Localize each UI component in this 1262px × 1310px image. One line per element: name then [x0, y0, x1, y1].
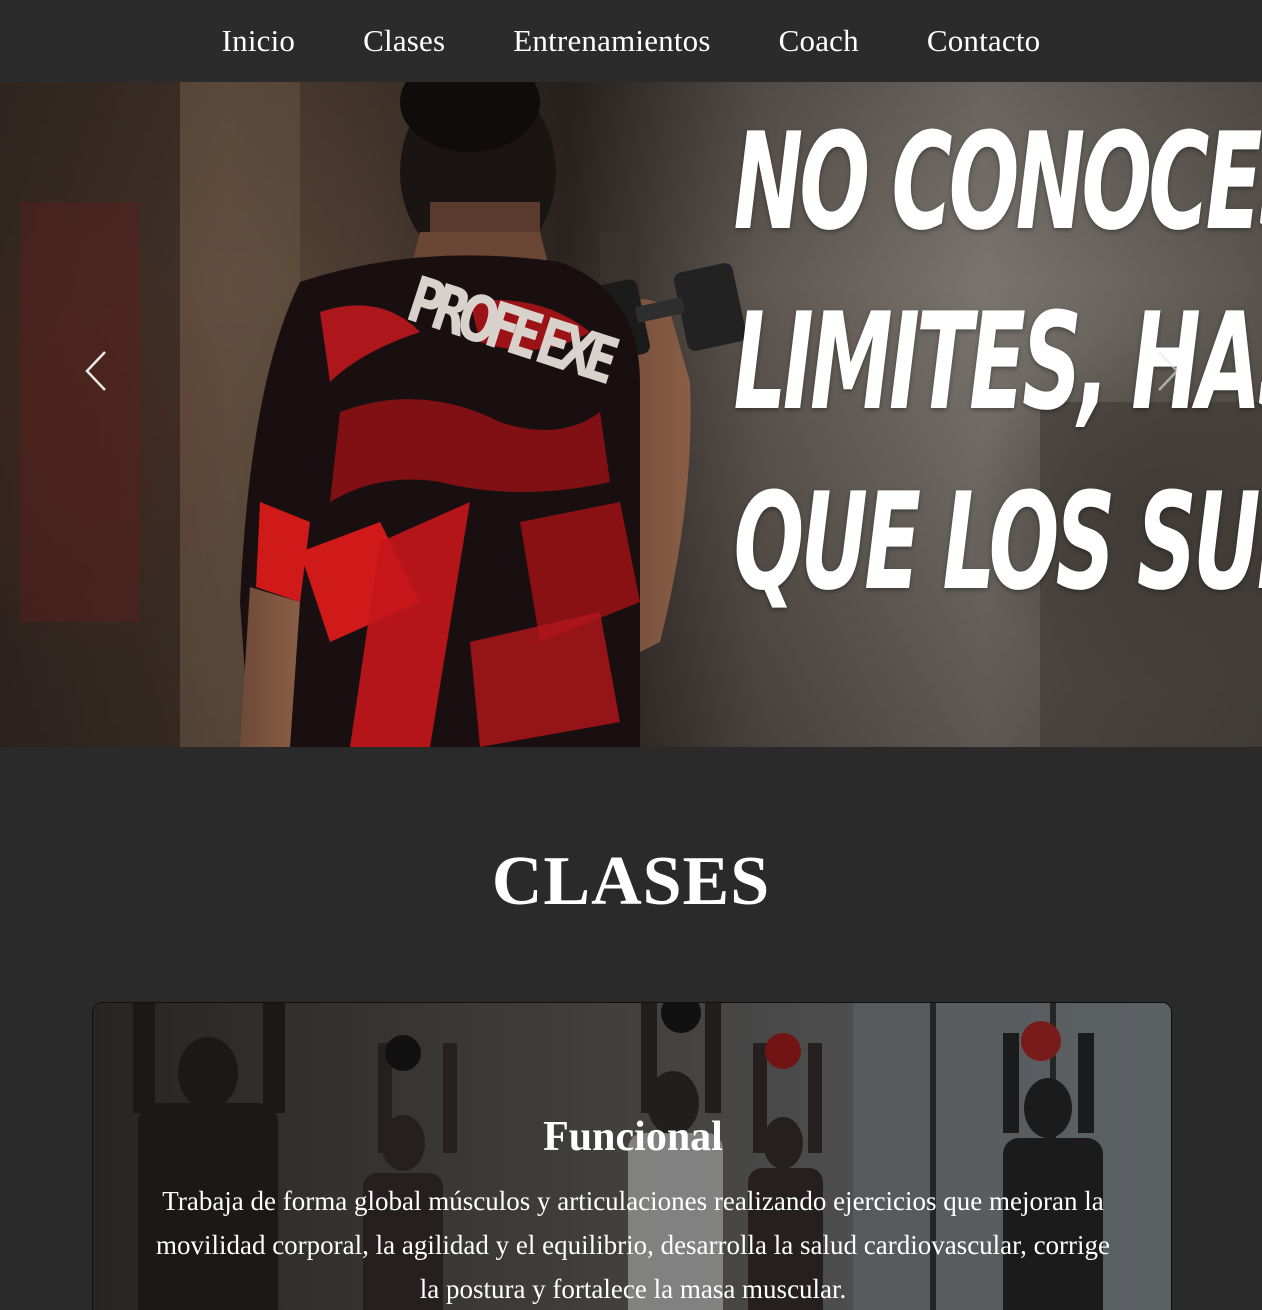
main-navbar: Inicio Clases Entrenamientos Coach Conta… — [0, 0, 1262, 82]
chevron-left-icon — [85, 351, 106, 391]
nav-link-coach[interactable]: Coach — [779, 23, 859, 59]
carousel-next-button[interactable] — [1146, 346, 1190, 396]
hero-carousel: PROFE EXE NO CONOCES TUS LIMITES, HASTA … — [0, 82, 1262, 747]
clases-section-title: CLASES — [491, 843, 771, 920]
nav-link-entrenamientos[interactable]: Entrenamientos — [513, 23, 710, 59]
hero-headline: NO CONOCES TUS LIMITES, HASTA QUE LOS SU… — [733, 92, 1262, 632]
hero-headline-line-2: LIMITES, HASTA — [733, 284, 1262, 440]
nav-link-inicio[interactable]: Inicio — [222, 23, 296, 59]
nav-link-clases[interactable]: Clases — [363, 23, 445, 59]
class-card-description: Trabaja de forma global músculos y artic… — [155, 1186, 1111, 1304]
nav-link-contacto[interactable]: Contacto — [927, 23, 1041, 59]
class-card-title: Funcional — [543, 1114, 723, 1160]
chevron-right-icon — [1158, 351, 1179, 391]
hero-headline-line-3: QUE LOS SUPERAS — [733, 464, 1262, 620]
hero-headline-line-1: NO CONOCES TUS — [733, 104, 1262, 260]
class-card-funcional[interactable]: Funcional Trabaja de forma global múscul… — [92, 1002, 1172, 1310]
carousel-prev-button[interactable] — [74, 346, 118, 396]
